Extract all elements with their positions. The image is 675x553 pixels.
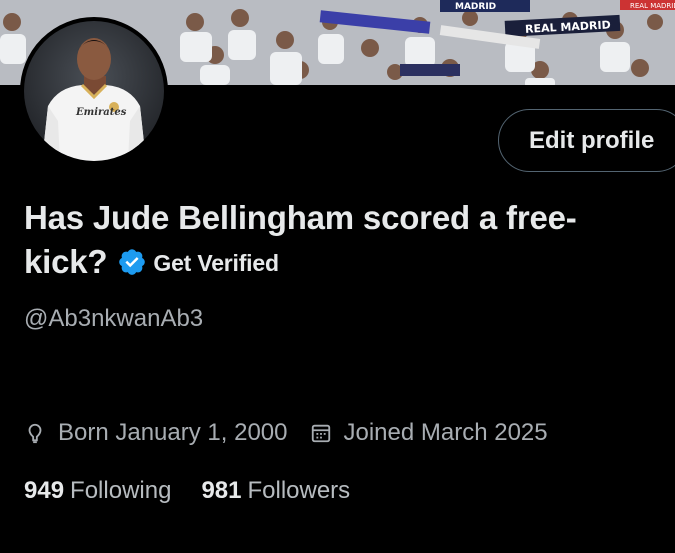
edit-profile-button[interactable]: Edit profile (498, 109, 675, 172)
following-count: 949 (24, 477, 65, 504)
profile-meta: Born January 1, 2000 Joined March 2025 (24, 419, 548, 447)
followers-label: Followers (247, 477, 351, 504)
profile-handle: @Ab3nkwanAb3 (24, 305, 204, 332)
joined-item: Joined March 2025 (310, 419, 548, 447)
display-name: Has Jude Bellingham scored a free-kick? (24, 199, 577, 280)
followers-link[interactable]: 981 Followers (201, 477, 350, 505)
avatar-shirt-text: Emirates (75, 107, 127, 118)
birthdate-item: Born January 1, 2000 (24, 419, 288, 447)
calendar-icon (311, 424, 330, 443)
followers-count: 981 (201, 477, 242, 504)
banner-text-3: REAL MADRID (630, 2, 675, 10)
get-verified-link[interactable]: Get Verified (153, 250, 279, 276)
verified-badge-icon[interactable] (117, 244, 147, 288)
banner-text-1: MADRID (455, 2, 496, 12)
following-link[interactable]: 949 Following (24, 477, 171, 505)
location-icon (28, 423, 42, 444)
profile-name-block: Has Jude Bellingham scored a free-kick? G… (24, 196, 644, 288)
profile-stats: 949 Following 981 Followers (24, 477, 350, 505)
profile-avatar[interactable]: Emirates (20, 17, 168, 165)
avatar-image: Emirates (24, 21, 164, 161)
birthdate-text: Born January 1, 2000 (58, 419, 288, 446)
joined-text: Joined March 2025 (343, 419, 548, 446)
following-label: Following (70, 477, 172, 504)
